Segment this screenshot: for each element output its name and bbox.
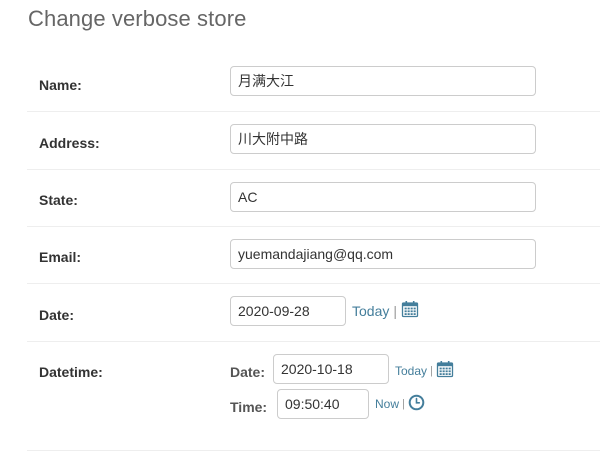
calendar-icon[interactable] <box>436 360 454 381</box>
form-row-datetime: Datetime: Date: Today | Ti <box>27 342 600 451</box>
form-row-date: Date: Today | <box>27 284 600 342</box>
change-form: Name: Address: State: Email: Date: Today… <box>27 54 600 451</box>
date-shortcuts: Today | <box>352 300 419 321</box>
date-input[interactable] <box>230 296 346 326</box>
form-row-address: Address: <box>27 112 600 170</box>
address-label: Address: <box>39 135 100 151</box>
email-label: Email: <box>39 249 82 265</box>
form-row-state: State: <box>27 170 600 227</box>
datetime-time-input[interactable] <box>277 389 369 419</box>
datetime-today-link[interactable]: Today <box>395 364 427 378</box>
datetime-time-shortcuts: Now | <box>375 394 425 414</box>
date-label: Date: <box>39 307 75 323</box>
page-title: Change verbose store <box>28 6 247 31</box>
date-today-link[interactable]: Today <box>352 303 389 319</box>
datetime-date-input[interactable] <box>273 354 389 384</box>
datetime-label: Datetime: <box>39 364 103 380</box>
datetime-now-link[interactable]: Now <box>375 397 399 411</box>
calendar-icon[interactable] <box>401 300 419 321</box>
state-input[interactable] <box>230 182 536 212</box>
datetime-time-label: Time: <box>230 399 268 415</box>
datetime-date-label: Date: <box>230 364 266 380</box>
name-input[interactable] <box>230 66 536 96</box>
clock-icon[interactable] <box>408 394 425 414</box>
email-input[interactable] <box>230 239 536 269</box>
datetime-date-shortcuts: Today | <box>395 360 454 381</box>
form-row-name: Name: <box>27 54 600 112</box>
address-input[interactable] <box>230 124 536 154</box>
state-label: State: <box>39 192 78 208</box>
datetime-date-separator: | <box>430 364 433 377</box>
date-shortcut-separator: | <box>393 302 397 319</box>
name-label: Name: <box>39 77 82 93</box>
form-row-email: Email: <box>27 227 600 284</box>
datetime-time-separator: | <box>402 398 405 410</box>
